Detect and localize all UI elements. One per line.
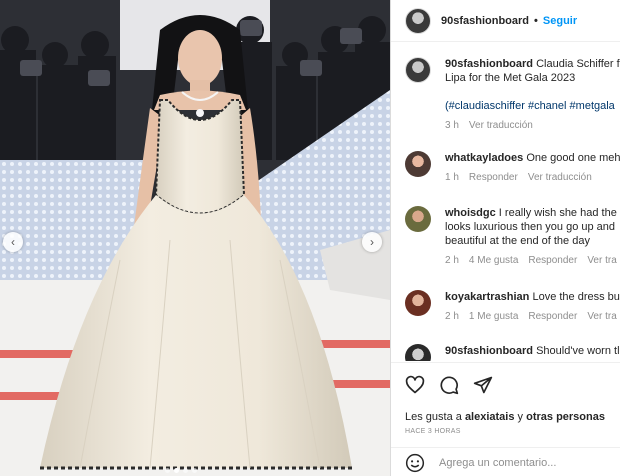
comment-time: 2 h (445, 311, 459, 322)
comment-text-line3: beautiful at the end of the day (445, 235, 590, 247)
commenter-avatar[interactable] (405, 151, 431, 177)
comment-item: whoisdgc I really wish she had the looks… (405, 206, 620, 268)
translate-link[interactable]: Ver traducción (528, 172, 592, 183)
caption-username[interactable]: 90sfashionboard (445, 58, 533, 70)
likes-others[interactable]: otras personas (526, 411, 605, 423)
commenter-avatar[interactable] (405, 290, 431, 316)
author-username[interactable]: 90sfashionboard (441, 15, 529, 27)
caption-time: 3 h (445, 120, 459, 131)
follow-button[interactable]: Seguir (543, 15, 577, 27)
share-icon[interactable] (473, 375, 493, 395)
carousel-dot (183, 468, 188, 473)
comment-text-line2: looks luxurious then you go up and (445, 221, 616, 233)
likes-middle: y (517, 411, 524, 423)
carousel-dot (192, 468, 197, 473)
translate-link[interactable]: Ver tra (587, 255, 616, 266)
commenter-username[interactable]: koyakartrashian (445, 291, 529, 303)
carousel-dot (174, 468, 179, 473)
emoji-icon[interactable] (405, 453, 425, 473)
commenter-avatar[interactable] (405, 344, 431, 361)
post-photo[interactable]: ‹ › (0, 0, 390, 476)
heart-icon[interactable] (405, 375, 425, 395)
post-actions: Les gusta a alexiatais y otras personas … (391, 362, 620, 476)
commenter-username[interactable]: whoisdgc (445, 207, 496, 219)
post-image (0, 0, 390, 476)
post-panel: 90sfashionboard • Seguir 90sfashionboard… (390, 0, 620, 476)
carousel-dot (165, 468, 170, 473)
chevron-right-icon: › (370, 235, 374, 249)
comment-icon[interactable] (439, 375, 459, 395)
author-avatar[interactable] (405, 7, 431, 34)
comment-item: koyakartrashian Love the dress bu 2 h 1 M… (405, 290, 620, 324)
comments-list[interactable]: 90sfashionboard Claudia Schiffer fo Lipa… (391, 43, 620, 361)
chevron-left-icon: ‹ (11, 235, 15, 249)
next-photo-button[interactable]: › (362, 232, 382, 252)
likes-summary: Les gusta a alexiatais y otras personas (405, 411, 605, 423)
separator: • (534, 14, 538, 27)
reply-button[interactable]: Responder (469, 172, 518, 183)
likes-user[interactable]: alexiatais (465, 411, 515, 423)
comment-item: whatkayladoes One good one meh 1 h Respon… (405, 151, 620, 185)
comment-input[interactable] (439, 456, 609, 469)
post-header: 90sfashionboard • Seguir (391, 0, 620, 42)
comment-text: Love the dress bu (532, 291, 620, 303)
likes-prefix: Les gusta a (405, 411, 462, 423)
caption-translate-link[interactable]: Ver traducción (469, 120, 533, 131)
comment-time: 1 h (445, 172, 459, 183)
caption: 90sfashionboard Claudia Schiffer fo Lipa… (405, 57, 620, 133)
commenter-avatar[interactable] (405, 206, 431, 232)
caption-avatar[interactable] (405, 57, 431, 83)
translate-link[interactable]: Ver tra (587, 311, 616, 322)
commenter-username[interactable]: 90sfashionboard (445, 345, 533, 357)
comment-likes[interactable]: 1 Me gusta (469, 311, 518, 322)
carousel-dots (165, 468, 197, 473)
comment-text: Should've worn tl (536, 345, 620, 357)
prev-photo-button[interactable]: ‹ (3, 232, 23, 252)
caption-hashtags[interactable]: (#claudiaschiffer #chanel #metgala (445, 99, 620, 113)
reply-button[interactable]: Responder (528, 255, 577, 266)
comment-likes[interactable]: 4 Me gusta (469, 255, 518, 266)
comment-text: One good one meh (526, 152, 620, 164)
commenter-username[interactable]: whatkayladoes (445, 152, 523, 164)
caption-text-line2: Lipa for the Met Gala 2023 (445, 72, 576, 84)
comment-text: I really wish she had the (498, 207, 617, 219)
reply-button[interactable]: Responder (528, 311, 577, 322)
comment-item: 90sfashionboard Should've worn tl (405, 344, 620, 361)
comment-time: 2 h (445, 255, 459, 266)
caption-text: Claudia Schiffer fo (536, 58, 620, 70)
add-comment-bar (391, 447, 620, 476)
post-timestamp[interactable]: HACE 3 HORAS (405, 428, 461, 435)
